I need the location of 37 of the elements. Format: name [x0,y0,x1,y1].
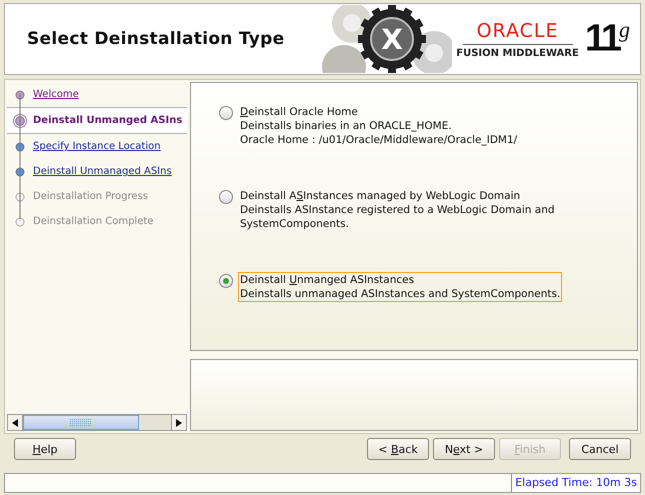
elapsed-time: Elapsed Time: 10m 3s [511,474,640,492]
option-description: Deinstalls binaries in an ORACLE_HOME. [240,119,453,133]
wizard-step[interactable]: Welcome [7,82,187,107]
option-description: Deinstalls unmanaged ASInstances and SystemComponents. [240,287,560,301]
version-label: 11$^{g}$ [584,17,630,61]
radio-button[interactable] [219,274,233,288]
product-name: FUSION MIDDLEWARE [456,48,579,58]
option-label[interactable]: Deinstall Oracle Home [240,105,518,119]
page-title: Select Deinstallation Type [27,29,284,49]
wizard-step[interactable]: Specify Instance Location [7,134,187,159]
option-label[interactable]: Deinstall Unmanged ASInstances [240,273,560,287]
help-button[interactable]: Help [14,438,76,460]
step-label: Welcome [33,89,79,100]
radio-button[interactable] [219,106,233,120]
wizard-step[interactable]: Deinstall Unmanaged ASIns [7,159,187,184]
step-dot-icon [13,88,27,102]
logo-mark: X [381,23,404,56]
current-step-icon [13,114,27,128]
wizard-step[interactable]: Deinstall Unmanged ASIns [7,107,187,134]
step-label: Deinstall Unmanaged ASIns [33,166,172,177]
brand-name: ORACLE [462,20,572,44]
left-arrow-icon[interactable] [12,418,18,426]
step-label: Specify Instance Location [33,141,161,152]
option-description: SystemComponents. [240,217,350,231]
option-label[interactable]: Deinstall ASInstances managed by WebLogic Domain [240,189,555,203]
horizontal-scrollbar[interactable] [7,414,187,431]
grip-icon [70,418,92,426]
wizard-button[interactable]: Cancel [569,438,631,460]
step-label: Deinstall Unmanged ASIns [33,115,182,126]
wizard-button[interactable]: < Back [367,438,429,460]
step-label: Deinstallation Complete [33,216,154,227]
option-description: Deinstalls ASInstance registered to a WebLogic Domain and [240,203,555,217]
right-arrow-icon[interactable] [176,418,182,426]
option-description: Oracle Home : /u01/Oracle/Middleware/Oracle_IDM1/ [240,133,518,147]
radio-button[interactable] [219,190,233,204]
wizard-button[interactable]: Next > [433,438,495,460]
step-label: Deinstallation Progress [33,191,148,202]
